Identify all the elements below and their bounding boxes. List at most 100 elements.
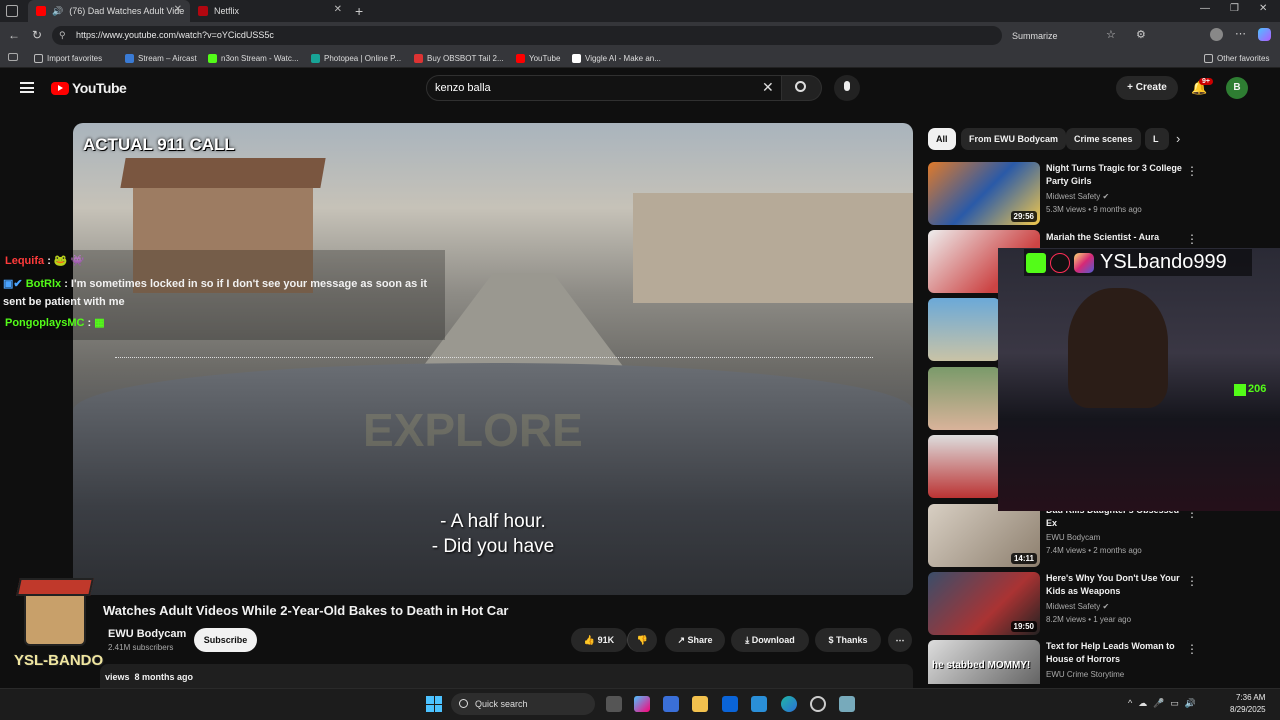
video-title[interactable]: Here's Why You Don't Use Your Kids as We… bbox=[1046, 572, 1186, 598]
store-icon[interactable] bbox=[663, 696, 679, 712]
dislike-button[interactable]: 👎 bbox=[627, 628, 657, 652]
tablet-icon[interactable] bbox=[8, 53, 18, 61]
copilot-taskbar-icon[interactable] bbox=[634, 696, 650, 712]
bookmark-n3on[interactable]: n3on Stream - Watc... bbox=[208, 50, 299, 66]
recommendation-item[interactable]: 29:56 Night Turns Tragic for 3 College P… bbox=[928, 162, 1268, 226]
bookmark-photopea[interactable]: Photopea | Online P... bbox=[311, 50, 401, 66]
social-handle-bar: YSLbando999 bbox=[1024, 249, 1252, 276]
extensions-icon[interactable]: ⚙ bbox=[1136, 28, 1146, 41]
close-tab-icon[interactable]: ✕ bbox=[174, 4, 182, 15]
close-window-icon[interactable]: ✕ bbox=[1259, 3, 1267, 14]
bookmark-aircast[interactable]: Stream – Aircast bbox=[125, 50, 197, 66]
search-input[interactable]: kenzo balla bbox=[426, 75, 782, 101]
more-menu-icon[interactable]: ⋯ bbox=[1235, 27, 1246, 40]
download-button[interactable]: ⤓ Download bbox=[731, 628, 809, 652]
taskbar-search[interactable]: Quick search bbox=[451, 693, 595, 715]
tab-netflix[interactable]: Netflix ✕ bbox=[190, 0, 350, 22]
summarize-button[interactable]: Summarize bbox=[1012, 31, 1058, 41]
more-options-icon[interactable]: ⋮ bbox=[1186, 164, 1198, 178]
thumbnail-text: he stabbed MOMMY! bbox=[932, 660, 1031, 671]
thanks-button[interactable]: $ Thanks bbox=[815, 628, 881, 652]
maximize-icon[interactable]: ❐ bbox=[1230, 3, 1239, 14]
chevron-right-icon[interactable]: › bbox=[1176, 131, 1180, 146]
thanks-icon: $ bbox=[828, 635, 834, 645]
channel-name[interactable]: EWU Crime Storytime bbox=[1046, 670, 1124, 679]
clear-search-icon[interactable]: ✕ bbox=[762, 79, 774, 96]
thumbnail-strip[interactable] bbox=[928, 298, 1000, 361]
video-thumbnail[interactable]: 14:11 bbox=[928, 504, 1040, 567]
video-thumbnail[interactable]: 29:56 bbox=[928, 162, 1040, 225]
other-favorites[interactable]: Other favorites bbox=[1204, 50, 1269, 66]
recommendation-item[interactable]: 19:50 Here's Why You Don't Use Your Kids… bbox=[928, 572, 1268, 636]
video-thumbnail[interactable]: he stabbed MOMMY! bbox=[928, 640, 1040, 684]
video-player[interactable]: ACTUAL 911 CALL - A half hour. - Did you… bbox=[73, 123, 913, 595]
profile-icon[interactable] bbox=[1210, 28, 1223, 41]
video-thumbnail[interactable]: 19:50 bbox=[928, 572, 1040, 635]
description-box[interactable] bbox=[100, 664, 913, 688]
bookmark-youtube[interactable]: YouTube bbox=[516, 50, 560, 66]
video-title[interactable]: Mariah the Scientist - Aura bbox=[1046, 231, 1186, 244]
edge-icon[interactable] bbox=[781, 696, 797, 712]
tab-youtube[interactable]: 🔊 (76) Dad Watches Adult Vide ✕ bbox=[28, 0, 190, 22]
outlook-icon[interactable] bbox=[722, 696, 738, 712]
obs-icon[interactable] bbox=[810, 696, 826, 712]
clock-date[interactable]: 8/29/2025 bbox=[1230, 705, 1266, 714]
chat-message: ▣✔ BotRlx : I'm sometimes locked in so i… bbox=[3, 278, 428, 308]
thumbnail-strip[interactable] bbox=[928, 435, 1000, 498]
house-roof-left bbox=[120, 158, 326, 188]
file-explorer-icon[interactable] bbox=[692, 696, 708, 712]
bookmark-viggle[interactable]: Viggle AI - Make an... bbox=[572, 50, 661, 66]
channel-name[interactable]: Midwest Safety ✔ bbox=[1046, 192, 1109, 201]
app-icon[interactable] bbox=[839, 696, 855, 712]
speaker-icon[interactable]: 🔊 bbox=[52, 6, 63, 17]
youtube-logo[interactable]: YouTube bbox=[51, 80, 127, 96]
channel-name[interactable]: EWU Bodycam bbox=[108, 628, 186, 640]
thumbnail-strip[interactable] bbox=[928, 367, 1000, 430]
address-bar[interactable]: https://www.youtube.com/watch?v=oYCicdUS… bbox=[52, 26, 1002, 45]
chat-username: BotRlx bbox=[25, 278, 62, 290]
bookmark-import[interactable]: Import favorites bbox=[34, 50, 102, 66]
site-info-icon[interactable]: ⚲ bbox=[59, 30, 66, 41]
voice-search-button[interactable] bbox=[834, 75, 860, 101]
hamburger-menu-icon[interactable] bbox=[20, 82, 34, 93]
chip-more[interactable]: L bbox=[1145, 128, 1169, 150]
recommendation-item[interactable]: he stabbed MOMMY! Text for Help Leads Wo… bbox=[928, 640, 1268, 684]
channel-name[interactable]: Midwest Safety ✔ bbox=[1046, 602, 1109, 611]
notification-badge: 9+ bbox=[1199, 78, 1213, 85]
chip-crime-scenes[interactable]: Crime scenes bbox=[1066, 128, 1141, 150]
clock-time[interactable]: 7:36 AM bbox=[1236, 693, 1265, 702]
minimize-icon[interactable]: — bbox=[1200, 3, 1210, 14]
back-icon[interactable]: ← bbox=[8, 28, 20, 42]
channel-name[interactable]: EWU Bodycam bbox=[1046, 533, 1100, 542]
recommendation-item[interactable]: 14:11 Dad Kills Daughter's Obsessed Ex E… bbox=[928, 504, 1268, 568]
task-view-icon[interactable] bbox=[606, 696, 622, 712]
like-button[interactable]: 👍 91K bbox=[571, 628, 627, 652]
window-menu-icon[interactable] bbox=[6, 5, 18, 17]
star-icon[interactable]: ☆ bbox=[1106, 28, 1116, 41]
more-options-icon[interactable]: ⋮ bbox=[1186, 232, 1198, 246]
chip-from-ewu[interactable]: From EWU Bodycam bbox=[961, 128, 1067, 150]
photos-icon[interactable] bbox=[751, 696, 767, 712]
share-button[interactable]: ↗ Share bbox=[665, 628, 725, 652]
subscribe-button[interactable]: Subscribe bbox=[194, 628, 257, 652]
copilot-icon[interactable] bbox=[1258, 28, 1271, 41]
close-tab-icon[interactable]: ✕ bbox=[334, 4, 342, 15]
tray-icons[interactable]: ^☁🎤▭🔊 bbox=[1128, 698, 1202, 709]
video-meta: views 8 months ago bbox=[105, 672, 194, 682]
more-actions-button[interactable]: ⋯ bbox=[888, 628, 912, 652]
video-title[interactable]: Text for Help Leads Woman to House of Ho… bbox=[1046, 640, 1186, 666]
refresh-icon[interactable]: ↻ bbox=[32, 28, 42, 42]
search-icon bbox=[795, 81, 806, 92]
tab-label: (76) Dad Watches Adult Vide bbox=[69, 6, 185, 16]
new-tab-icon[interactable]: + bbox=[355, 3, 363, 19]
more-options-icon[interactable]: ⋮ bbox=[1186, 574, 1198, 588]
account-avatar[interactable]: B bbox=[1226, 77, 1248, 99]
create-button[interactable]: + Create bbox=[1116, 76, 1178, 100]
bookmark-obsbot[interactable]: Buy OBSBOT Tail 2... bbox=[414, 50, 504, 66]
chip-all[interactable]: All bbox=[928, 128, 956, 150]
start-icon[interactable] bbox=[426, 696, 442, 712]
more-options-icon[interactable]: ⋮ bbox=[1186, 642, 1198, 656]
streamer-handle: YSLbando999 bbox=[1100, 251, 1227, 273]
search-button[interactable] bbox=[782, 75, 822, 101]
video-title[interactable]: Night Turns Tragic for 3 College Party G… bbox=[1046, 162, 1186, 188]
